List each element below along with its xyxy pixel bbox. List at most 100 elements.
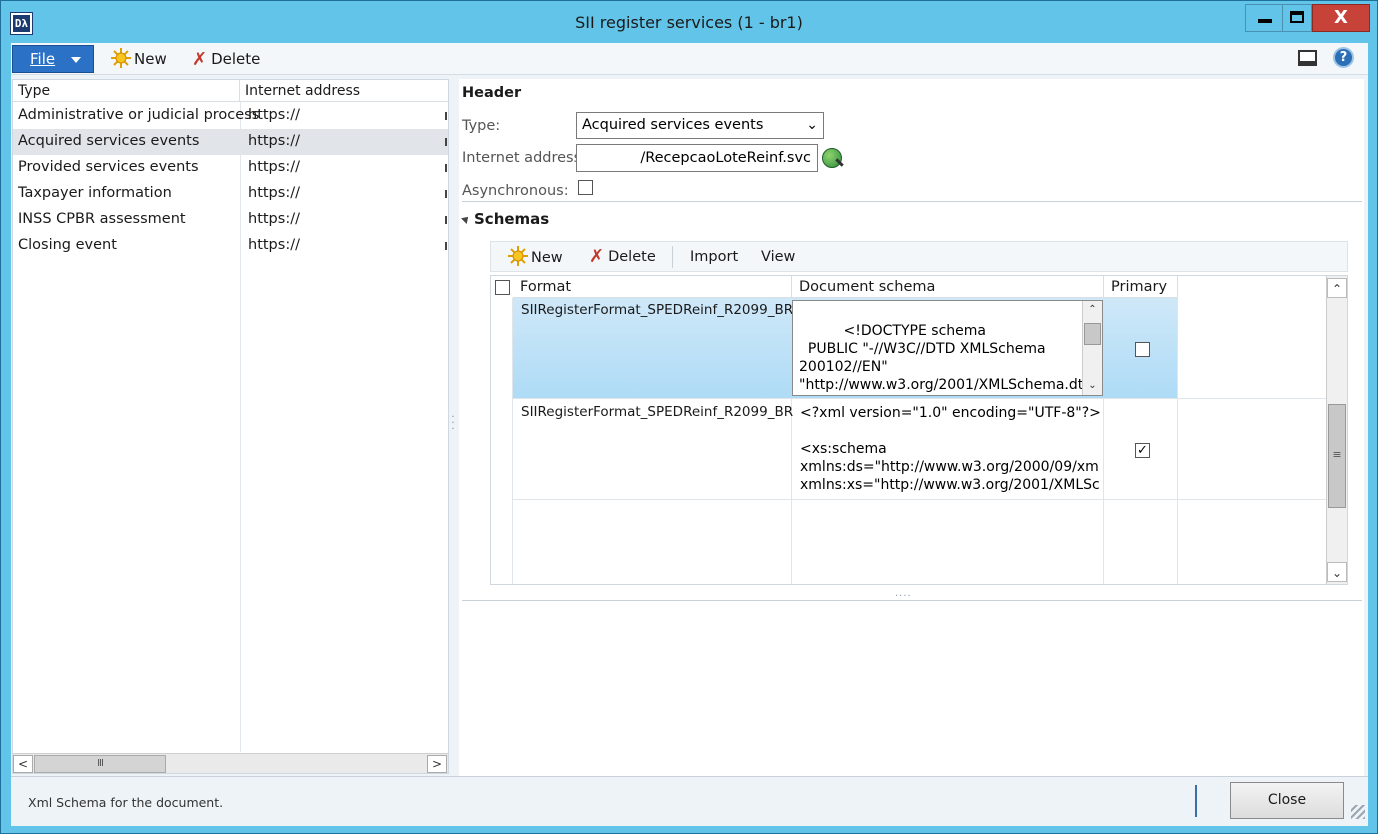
schemas-grid: Format Document schema Primary SIIRegist… [490, 275, 1348, 585]
column-header-document-schema[interactable]: Document schema [792, 276, 1104, 298]
type-label: Type: [462, 118, 501, 134]
schemas-section-title[interactable]: Schemas [474, 210, 549, 228]
chevron-up-icon[interactable]: ⌃ [1327, 278, 1347, 298]
horizontal-scrollbar[interactable]: < III > [13, 753, 448, 773]
maximize-button[interactable] [1282, 4, 1312, 32]
minimize-icon [1257, 19, 1272, 23]
document-schema-text: <!DOCTYPE schema PUBLIC "-//W3C//DTD XML… [799, 323, 1093, 393]
truncation-mark [445, 242, 447, 250]
document-schema-cell[interactable]: <?xml version="1.0" encoding="UTF-8"?> <… [800, 404, 1100, 500]
maximize-icon [1290, 11, 1304, 23]
status-separator [1195, 785, 1197, 817]
resize-handle[interactable]: ···· [895, 591, 912, 602]
scroll-thumb[interactable] [1084, 323, 1101, 345]
delete-button[interactable]: ✗ Delete [192, 47, 260, 71]
select-all-checkbox[interactable] [495, 280, 510, 295]
toolbar-separator [672, 246, 673, 268]
primary-checkbox[interactable] [1135, 342, 1150, 357]
status-bar: Xml Schema for the document. Close [11, 776, 1368, 826]
scroll-right-button[interactable]: > [427, 755, 447, 773]
address-cell: https:// [248, 185, 300, 201]
asynchronous-checkbox[interactable] [578, 180, 593, 195]
file-menu-button[interactable]: File [12, 45, 94, 73]
delete-x-icon: ✗ [589, 246, 605, 267]
section-divider [462, 201, 1362, 202]
collapse-triangle-icon[interactable] [461, 214, 471, 224]
window: Dλ SII register services (1 - br1) X Fil… [0, 0, 1378, 834]
delete-label: Delete [211, 50, 261, 68]
new-sun-icon [111, 48, 131, 68]
window-title: SII register services (1 - br1) [575, 13, 803, 32]
detail-pane: Header Type: Acquired services events ⌄ … [459, 79, 1364, 779]
schema-format-cell[interactable]: SIIRegisterFormat_SPEDReinf_R2099_BR [521, 302, 793, 318]
editor-scrollbar[interactable]: ⌃ ⌄ [1082, 301, 1102, 395]
column-header-type[interactable]: Type [13, 80, 240, 102]
services-row[interactable]: Administrative or judicial process https:… [13, 103, 448, 129]
document-schema-editor[interactable]: <!DOCTYPE schema PUBLIC "-//W3C//DTD XML… [792, 300, 1103, 396]
type-cell: Closing event [18, 237, 117, 253]
services-row[interactable]: INSS CPBR assessment https:// [13, 207, 448, 233]
services-row[interactable]: Acquired services events https:// [13, 129, 448, 155]
schema-new-label: New [531, 250, 563, 266]
help-icon[interactable]: ? [1333, 47, 1354, 68]
status-text: Xml Schema for the document. [28, 795, 224, 810]
new-sun-icon [508, 246, 528, 266]
chevron-down-icon[interactable]: ⌄ [1083, 377, 1102, 395]
main-toolbar: File New ✗ Delete ? [11, 43, 1368, 75]
schema-delete-button[interactable]: ✗ Delete [589, 246, 656, 268]
close-icon: X [1334, 7, 1348, 28]
type-cell: Provided services events [18, 159, 199, 175]
minimize-button[interactable] [1245, 4, 1283, 32]
chevron-down-icon[interactable]: ⌄ [1327, 562, 1347, 582]
chevron-down-icon: ⌄ [806, 117, 818, 133]
browse-globe-icon[interactable] [822, 148, 842, 168]
schema-delete-label: Delete [608, 249, 656, 265]
address-cell: https:// [248, 107, 300, 123]
type-cell: INSS CPBR assessment [18, 211, 186, 227]
address-cell: https:// [248, 133, 300, 149]
scroll-left-button[interactable]: < [13, 755, 33, 773]
schema-new-button[interactable]: New [508, 246, 563, 268]
section-divider [462, 600, 1362, 601]
splitter-handle[interactable]: · · · [451, 413, 455, 435]
column-header-internet-address[interactable]: Internet address [240, 80, 448, 102]
truncation-mark [445, 112, 447, 120]
resize-grip-icon[interactable] [1351, 805, 1365, 819]
delete-x-icon: ✗ [192, 49, 208, 70]
services-row[interactable]: Closing event https:// [13, 233, 448, 259]
vertical-scrollbar[interactable]: ⌃ ≡ ⌄ [1326, 276, 1347, 584]
column-header-format[interactable]: Format [513, 276, 792, 298]
title-bar[interactable]: Dλ SII register services (1 - br1) X [1, 1, 1377, 45]
type-cell: Acquired services events [18, 133, 200, 149]
scroll-thumb[interactable]: ≡ [1328, 404, 1346, 508]
internet-address-input[interactable]: /RecepcaoLoteReinf.svc [576, 144, 818, 172]
services-row[interactable]: Provided services events https:// [13, 155, 448, 181]
file-label: File [30, 50, 56, 68]
new-button[interactable]: New [111, 47, 167, 71]
schema-import-button[interactable]: Import [690, 246, 738, 268]
close-window-button[interactable]: X [1312, 4, 1370, 32]
type-value: Acquired services events [582, 117, 764, 133]
truncation-mark [445, 164, 447, 172]
column-header-primary[interactable]: Primary [1104, 276, 1178, 298]
type-dropdown[interactable]: Acquired services events ⌄ [576, 112, 824, 139]
layout-icon[interactable] [1298, 50, 1317, 66]
grid-line [1177, 298, 1178, 584]
services-row[interactable]: Taxpayer information https:// [13, 181, 448, 207]
chevron-up-icon[interactable]: ⌃ [1083, 301, 1102, 319]
grid-line [513, 398, 1326, 399]
close-button[interactable]: Close [1230, 782, 1344, 819]
header-section-title: Header [462, 85, 522, 101]
schema-view-button[interactable]: View [761, 246, 795, 268]
type-cell: Taxpayer information [18, 185, 172, 201]
type-cell: Administrative or judicial process [18, 107, 260, 123]
primary-checkbox[interactable]: ✓ [1135, 443, 1150, 458]
address-cell: https:// [248, 159, 300, 175]
chevron-down-icon [71, 57, 81, 63]
asynchronous-label: Asynchronous: [462, 183, 569, 199]
scroll-thumb[interactable]: III [34, 755, 166, 773]
address-cell: https:// [248, 237, 300, 253]
schema-format-cell[interactable]: SIIRegisterFormat_SPEDReinf_R2099_BR [521, 404, 793, 420]
truncation-mark [445, 216, 447, 224]
internet-address-label: Internet address: [462, 150, 587, 166]
